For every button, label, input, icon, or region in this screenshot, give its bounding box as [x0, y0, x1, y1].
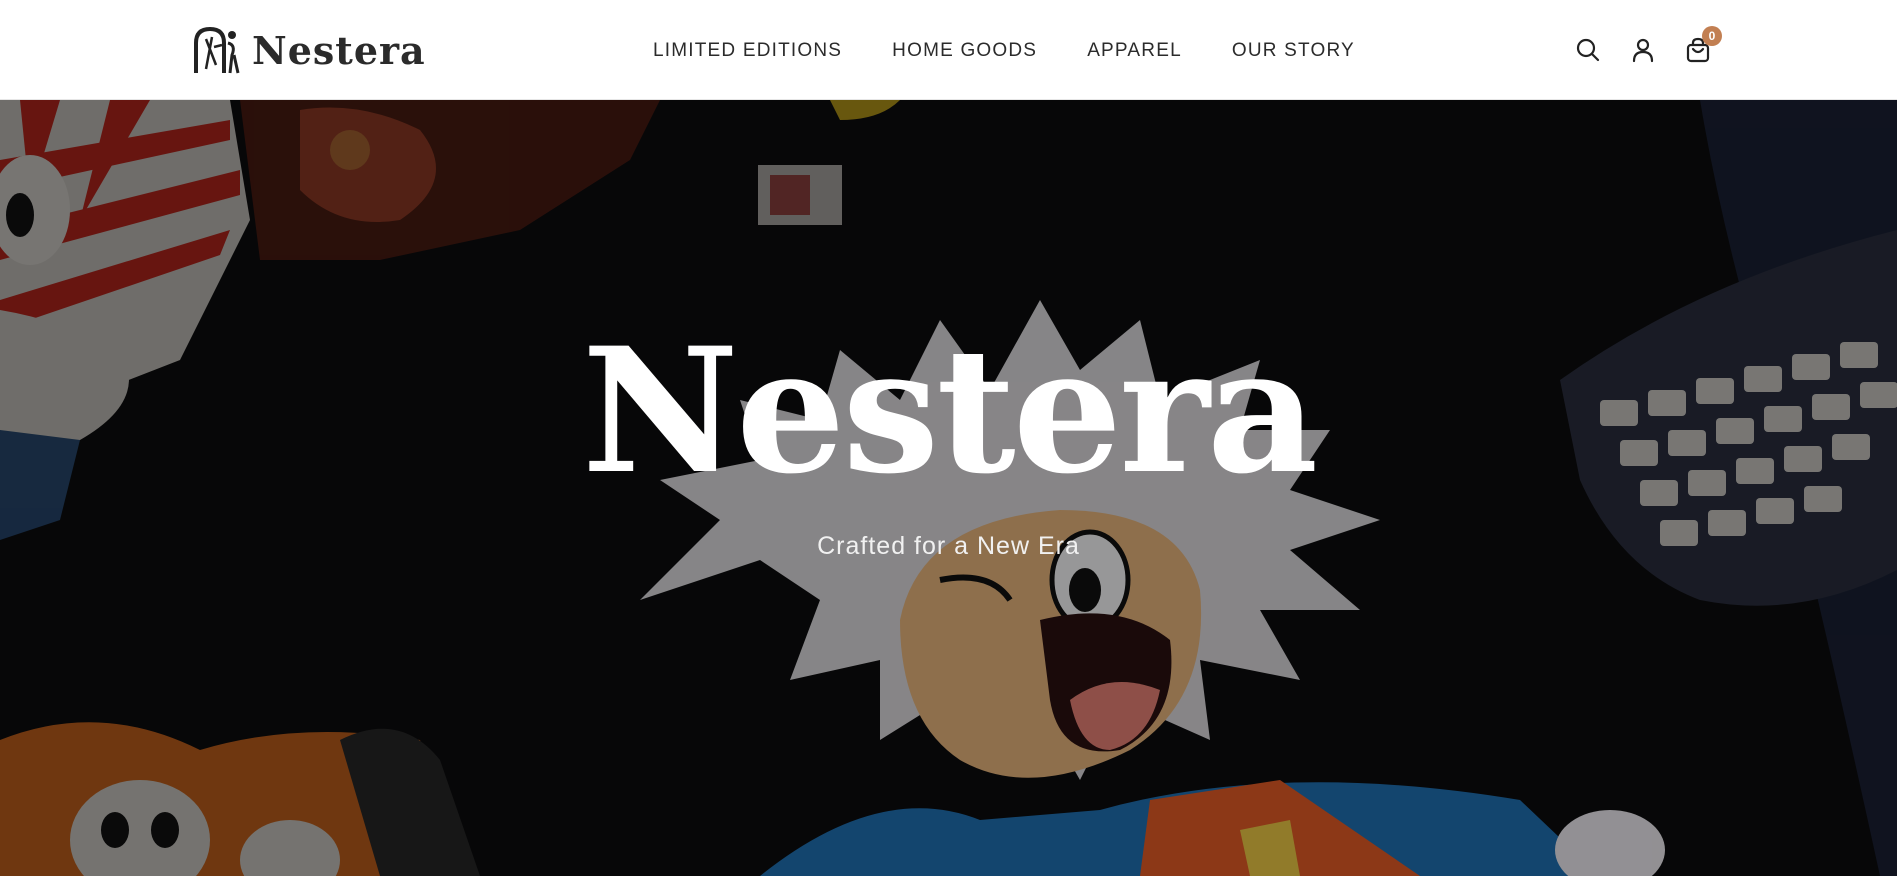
hero-banner: Nestera Crafted for a New Era	[0, 100, 1897, 876]
cart-button[interactable]: 0	[1684, 26, 1722, 64]
nav-item-limited-editions[interactable]: LIMITED EDITIONS	[653, 40, 842, 62]
hero-title: Nestera	[581, 309, 1318, 512]
nav-item-apparel[interactable]: APPAREL	[1087, 40, 1182, 62]
search-button[interactable]	[1574, 36, 1602, 64]
user-icon	[1632, 38, 1654, 63]
search-icon	[1576, 38, 1600, 62]
nav-item-home-goods[interactable]: HOME GOODS	[892, 40, 1037, 62]
header-actions: 0	[1574, 26, 1722, 66]
nav-item-our-story[interactable]: OUR STORY	[1232, 40, 1355, 62]
brand-logo-link[interactable]: Nestera	[192, 24, 426, 76]
brand-logo-icon	[194, 26, 240, 74]
hero-subtitle: Crafted for a New Era	[817, 532, 1080, 560]
cart-count-badge: 0	[1702, 26, 1722, 46]
brand-name: Nestera	[252, 27, 426, 73]
main-nav: LIMITED EDITIONS HOME GOODS APPAREL OUR …	[653, 38, 1355, 64]
site-header: Nestera LIMITED EDITIONS HOME GOODS APPA…	[0, 0, 1897, 100]
account-button[interactable]	[1629, 36, 1657, 64]
